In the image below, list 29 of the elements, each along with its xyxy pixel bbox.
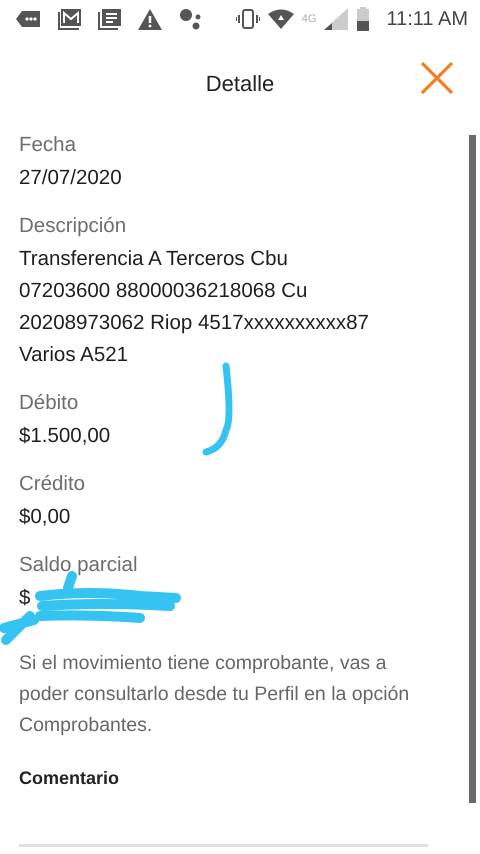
comment-label: Comentario [19,767,120,790]
field-value: Transferencia A Terceros Cbu [19,246,288,272]
vibrate-icon [236,8,260,30]
wifi-icon [268,9,294,29]
document-icon [98,8,122,30]
warning-icon [138,8,162,30]
field-value: 27/07/2020 [19,165,122,191]
clock-time: 11:11 AM [386,7,468,32]
field-label: Débito [19,390,80,416]
field-value: $ [19,585,30,611]
field-label: Crédito [19,471,86,497]
mail-icon [58,8,82,30]
field-label: Descripción [19,213,128,239]
scrollbar[interactable] [469,135,476,803]
assistant-icon [178,8,202,30]
battery-icon [356,7,370,31]
field-value: $0,00 [19,504,70,530]
field-value: $1.500,00 [19,423,110,449]
close-button[interactable] [420,61,454,95]
info-note: Si el movimiento tiene comprobante, vas a poder consultarlo desde tu Perfil en la opción Comprobantes. [19,651,410,738]
field-value: Varios A521 [19,342,128,368]
field-value: 20208973062 Riop 4517xxxxxxxxxx87 [19,310,369,336]
signal-icon [324,8,348,30]
field-value: 07203600 88000036218068 Cu [19,278,308,304]
field-label: Fecha [19,132,77,158]
network-type-label: 4G [302,12,316,27]
message-icon [16,9,42,29]
page-title: Detalle [206,70,274,98]
field-label: Saldo parcial [19,552,139,578]
